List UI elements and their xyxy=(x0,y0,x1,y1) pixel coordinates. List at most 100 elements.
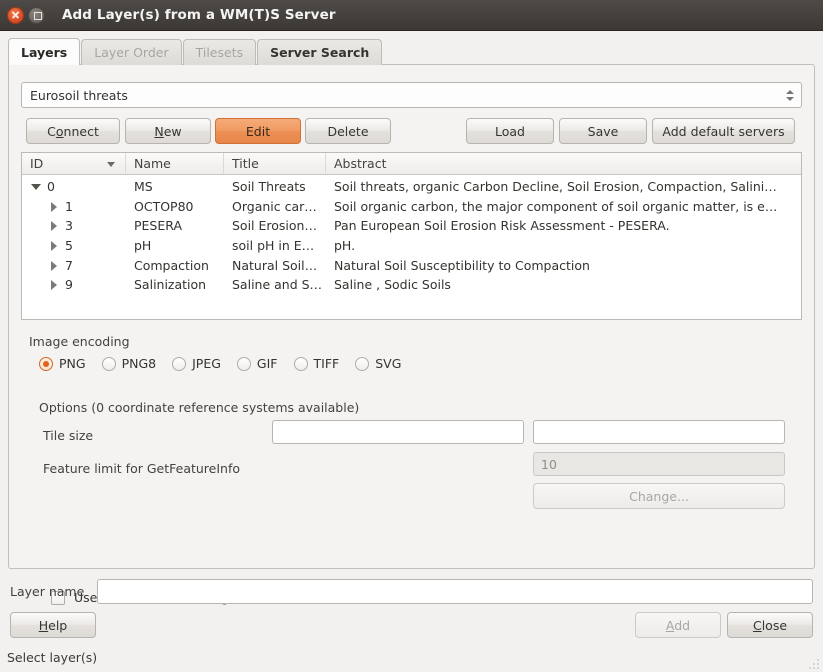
table-row[interactable]: 1 OCTOP80 Organic car… Soil organic carb… xyxy=(22,197,801,217)
wms-dialog: Add Layer(s) from a WM(T)S Server Layers… xyxy=(0,0,823,672)
change-crs-button[interactable]: Change... xyxy=(533,483,785,509)
save-button[interactable]: Save xyxy=(559,118,647,144)
radio-svg-indicator xyxy=(355,357,369,371)
resize-grip[interactable] xyxy=(805,655,819,669)
column-header-name-label: Name xyxy=(134,156,171,171)
close-button[interactable]: Close xyxy=(727,612,813,638)
layer-name-input[interactable] xyxy=(97,579,813,604)
collapse-triangle-icon[interactable] xyxy=(48,200,61,213)
row-title-cell: Soil Erosion… xyxy=(224,218,326,233)
table-row[interactable]: 9 Salinization Saline and S… Saline , So… xyxy=(22,275,801,295)
close-icon[interactable] xyxy=(7,7,24,24)
load-button-label: Load xyxy=(495,124,525,139)
tab-layers[interactable]: Layers xyxy=(8,38,80,65)
layer-tree-header: ID Name Title Abstract xyxy=(22,153,801,175)
row-title-cell: Saline and S… xyxy=(224,277,326,292)
tab-layer-order[interactable]: Layer Order xyxy=(81,39,181,65)
tab-server-search[interactable]: Server Search xyxy=(257,39,382,65)
server-connection-select[interactable]: Eurosoil threats xyxy=(21,82,802,108)
tab-layer-order-label: Layer Order xyxy=(94,45,168,60)
image-encoding-group: PNG PNG8 JPEG GIF TIFF SVG xyxy=(39,356,417,371)
tab-layers-label: Layers xyxy=(21,45,67,60)
row-title-cell: soil pH in E… xyxy=(224,238,326,253)
radio-png8-label: PNG8 xyxy=(122,356,157,371)
tab-server-search-label: Server Search xyxy=(270,45,369,60)
row-abstract-cell: Natural Soil Susceptibility to Compactio… xyxy=(326,258,801,273)
tab-tilesets[interactable]: Tilesets xyxy=(183,39,257,65)
column-header-title-label: Title xyxy=(232,156,259,171)
image-encoding-label: Image encoding xyxy=(29,334,130,349)
row-abstract-cell: Soil threats, organic Carbon Decline, So… xyxy=(326,179,801,194)
row-id-cell: 5 xyxy=(22,238,126,253)
connection-toolbar: Connect New Edit Delete Load Save Add de… xyxy=(9,118,816,144)
row-name-cell: MS xyxy=(126,179,224,194)
table-row[interactable]: 5 pH soil pH in E… pH. xyxy=(22,236,801,256)
add-default-servers-button[interactable]: Add default servers xyxy=(652,118,795,144)
tab-tilesets-label: Tilesets xyxy=(196,45,244,60)
radio-png[interactable]: PNG xyxy=(39,356,86,371)
row-name-cell: pH xyxy=(126,238,224,253)
status-bar: Select layer(s) xyxy=(7,650,97,665)
radio-jpeg[interactable]: JPEG xyxy=(172,356,221,371)
row-abstract-cell: pH. xyxy=(326,238,801,253)
new-button[interactable]: New xyxy=(125,118,211,144)
load-button[interactable]: Load xyxy=(466,118,554,144)
row-abstract-cell: Soil organic carbon, the major component… xyxy=(326,199,801,214)
column-header-id-label: ID xyxy=(30,156,43,171)
radio-tiff-indicator xyxy=(294,357,308,371)
row-id-cell: 7 xyxy=(22,258,126,273)
radio-gif-label: GIF xyxy=(257,356,278,371)
tile-width-input[interactable] xyxy=(272,420,524,444)
window-title: Add Layer(s) from a WM(T)S Server xyxy=(62,7,336,23)
column-header-id[interactable]: ID xyxy=(22,153,126,174)
collapse-triangle-icon[interactable] xyxy=(48,259,61,272)
row-name-cell: Salinization xyxy=(126,277,224,292)
row-title-cell: Natural Soil… xyxy=(224,258,326,273)
column-header-abstract-label: Abstract xyxy=(334,156,386,171)
column-header-title[interactable]: Title xyxy=(224,153,326,174)
table-row[interactable]: 3 PESERA Soil Erosion… Pan European Soil… xyxy=(22,216,801,236)
add-default-servers-label: Add default servers xyxy=(662,124,784,139)
layer-tree-body: 0 MS Soil Threats Soil threats, organic … xyxy=(22,175,801,295)
row-id-cell: 9 xyxy=(22,277,126,292)
layer-tree[interactable]: ID Name Title Abstract 0 M xyxy=(21,152,802,320)
radio-jpeg-label: JPEG xyxy=(192,356,221,371)
radio-gif[interactable]: GIF xyxy=(237,356,278,371)
connect-button[interactable]: Connect xyxy=(26,118,120,144)
row-id-label: 5 xyxy=(65,238,73,253)
tile-size-label: Tile size xyxy=(43,428,93,443)
tile-height-input[interactable] xyxy=(533,420,785,444)
column-header-abstract[interactable]: Abstract xyxy=(326,153,801,174)
add-button[interactable]: Add xyxy=(635,612,721,638)
server-connection-value: Eurosoil threats xyxy=(22,88,128,103)
edit-button[interactable]: Edit xyxy=(215,118,301,144)
maximize-icon[interactable] xyxy=(28,7,45,24)
row-id-cell: 0 xyxy=(22,179,126,194)
radio-tiff[interactable]: TIFF xyxy=(294,356,340,371)
collapse-triangle-icon[interactable] xyxy=(48,278,61,291)
help-button[interactable]: Help xyxy=(10,612,96,638)
row-title-cell: Organic car… xyxy=(224,199,326,214)
radio-png-indicator xyxy=(39,357,53,371)
row-id-label: 9 xyxy=(65,277,73,292)
chevron-updown-icon[interactable] xyxy=(786,90,794,101)
column-header-name[interactable]: Name xyxy=(126,153,224,174)
title-bar: Add Layer(s) from a WM(T)S Server xyxy=(0,0,823,31)
expand-triangle-icon[interactable] xyxy=(30,180,43,193)
radio-png8[interactable]: PNG8 xyxy=(102,356,157,371)
delete-button[interactable]: Delete xyxy=(305,118,391,144)
radio-svg[interactable]: SVG xyxy=(355,356,401,371)
feature-limit-input[interactable]: 10 xyxy=(533,452,785,476)
row-abstract-cell: Saline , Sodic Soils xyxy=(326,277,801,292)
row-name-cell: OCTOP80 xyxy=(126,199,224,214)
row-name-cell: Compaction xyxy=(126,258,224,273)
collapse-triangle-icon[interactable] xyxy=(48,219,61,232)
edit-button-label: Edit xyxy=(246,124,270,139)
radio-png8-indicator xyxy=(102,357,116,371)
table-row[interactable]: 0 MS Soil Threats Soil threats, organic … xyxy=(22,177,801,197)
layer-name-label: Layer name xyxy=(10,584,84,599)
save-button-label: Save xyxy=(588,124,619,139)
row-id-label: 0 xyxy=(47,179,55,194)
collapse-triangle-icon[interactable] xyxy=(48,239,61,252)
table-row[interactable]: 7 Compaction Natural Soil… Natural Soil … xyxy=(22,255,801,275)
